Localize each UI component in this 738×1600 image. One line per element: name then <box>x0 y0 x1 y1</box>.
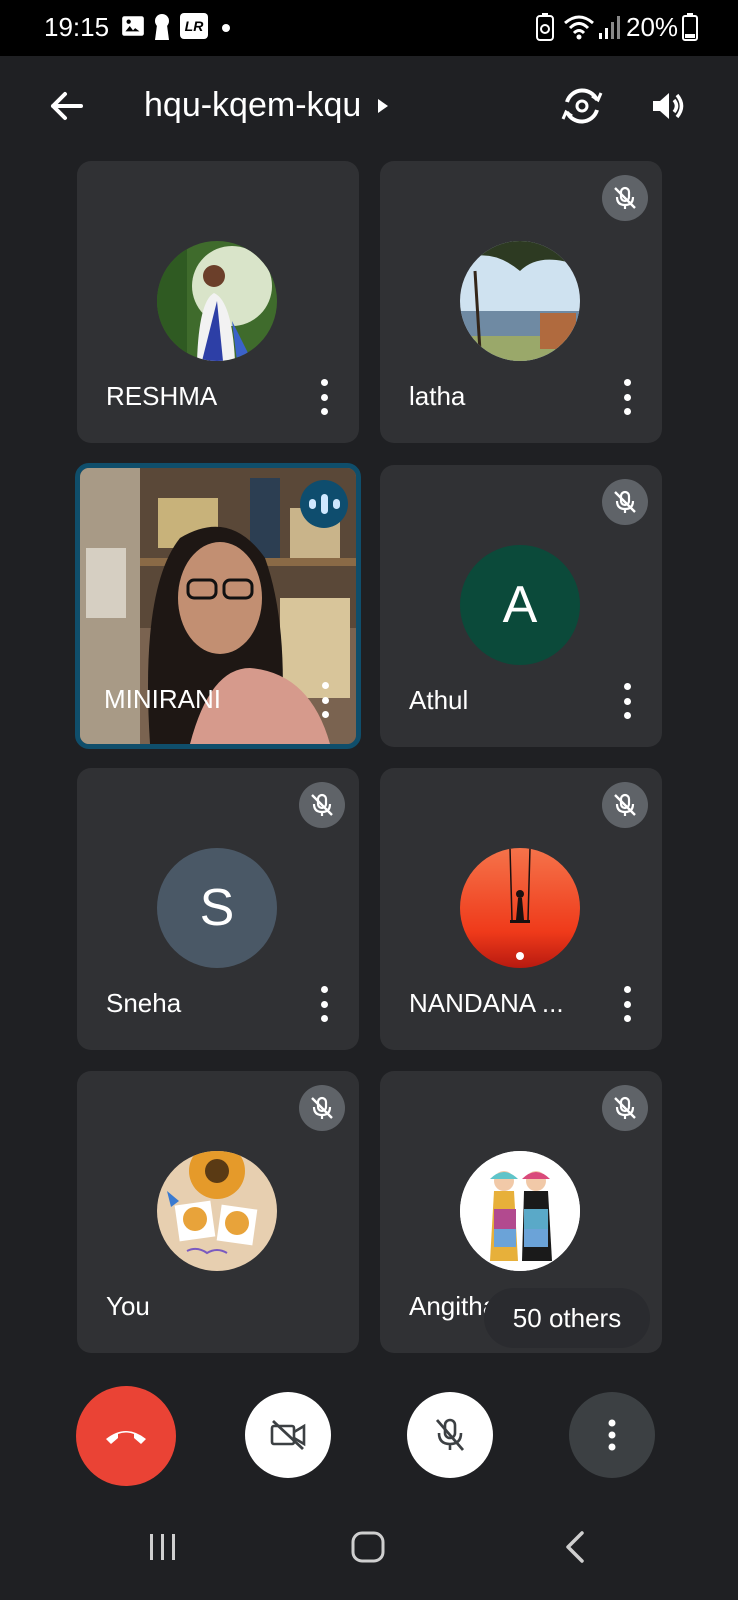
lr-app-icon: LR <box>180 13 208 39</box>
muted-badge <box>602 1085 648 1131</box>
more-options-button[interactable] <box>620 683 634 719</box>
participant-name: RESHMA <box>106 381 218 411</box>
camera-toggle-button[interactable] <box>245 1392 331 1478</box>
mic-off-icon <box>614 1096 636 1119</box>
speaking-indicator <box>300 480 348 528</box>
participant-name: Sneha <box>106 988 182 1018</box>
mic-off-icon <box>311 1096 333 1119</box>
mic-off-icon <box>614 793 636 816</box>
participant-name: MINIRANI <box>104 684 221 714</box>
avatar <box>460 241 580 361</box>
lr-app-label: LR <box>184 18 204 34</box>
avatar <box>460 848 580 968</box>
status-bar: 19:15 LR 20% <box>0 0 738 56</box>
mic-off-icon <box>435 1418 465 1451</box>
home-icon <box>351 1531 385 1563</box>
arrow-left-icon <box>51 92 83 120</box>
participant-tile[interactable]: RESHMA <box>77 161 359 443</box>
top-bar: hqu-kqem-kqu <box>0 56 738 160</box>
meeting-code: hqu-kqem-kqu <box>144 86 362 124</box>
mic-toggle-button[interactable] <box>407 1392 493 1478</box>
mic-off-icon <box>311 793 333 816</box>
participant-name: NANDANA ... <box>409 988 564 1018</box>
profile-photo <box>460 1151 580 1271</box>
signal-icon <box>599 16 620 39</box>
profile-photo <box>157 241 277 361</box>
meeting-title[interactable]: hqu-kqem-kqu <box>144 86 389 125</box>
avatar: A <box>460 545 580 665</box>
muted-badge <box>299 782 345 828</box>
recycle-battery-icon <box>536 13 554 41</box>
speaker-button[interactable] <box>642 80 694 132</box>
keyhole-icon <box>155 14 169 40</box>
phone-hangup-icon <box>106 1431 146 1444</box>
system-nav-bar <box>0 1510 738 1600</box>
participant-name: You <box>106 1291 150 1321</box>
participant-tile-active-speaker[interactable]: MINIRANI <box>75 463 361 749</box>
muted-badge <box>299 1085 345 1131</box>
video-off-icon <box>270 1419 306 1451</box>
home-button[interactable] <box>350 1530 386 1564</box>
muted-badge <box>602 782 648 828</box>
profile-photo <box>460 241 580 361</box>
profile-photo <box>157 1151 277 1271</box>
more-vert-icon <box>608 1419 616 1451</box>
avatar <box>460 1151 580 1271</box>
gallery-icon <box>122 16 144 36</box>
recent-apps-button[interactable] <box>146 1532 180 1562</box>
back-icon <box>566 1531 584 1563</box>
participant-tile[interactable]: NANDANA ... <box>380 768 662 1050</box>
participant-name: Athul <box>409 685 469 715</box>
avatar-initial: S <box>199 879 235 937</box>
battery-percent: 20% <box>626 12 679 42</box>
avatar <box>157 241 277 361</box>
speaker-icon <box>653 93 684 119</box>
wifi-icon <box>564 15 594 40</box>
dot-icon <box>222 24 230 32</box>
participant-tile-self[interactable]: You <box>77 1071 359 1353</box>
recent-apps-icon <box>150 1534 175 1560</box>
mic-off-icon <box>614 186 636 209</box>
switch-camera-icon <box>561 88 603 124</box>
more-options-button[interactable] <box>317 379 331 415</box>
end-call-button[interactable] <box>76 1386 176 1486</box>
profile-photo <box>460 848 580 968</box>
participant-tile[interactable]: S Sneha <box>77 768 359 1050</box>
participant-name: latha <box>409 381 466 411</box>
muted-badge <box>602 479 648 525</box>
avatar <box>157 1151 277 1271</box>
avatar-initial: A <box>502 576 538 634</box>
mic-off-icon <box>614 490 636 513</box>
back-button[interactable] <box>42 82 90 130</box>
back-nav-button[interactable] <box>562 1530 588 1564</box>
others-count-pill[interactable]: 50 others <box>484 1288 650 1348</box>
more-options-button[interactable] <box>620 986 634 1022</box>
status-time: 19:15 <box>44 12 110 42</box>
caret-right-icon <box>378 98 389 113</box>
more-options-button[interactable] <box>318 682 332 718</box>
participant-tile[interactable]: A Athul <box>380 465 662 747</box>
battery-icon <box>682 13 698 41</box>
avatar: S <box>157 848 277 968</box>
more-options-button[interactable] <box>569 1392 655 1478</box>
meet-call-screen: 19:15 LR 20% hqu-kqem-kqu RESHMA latha M… <box>0 0 738 1600</box>
more-options-button[interactable] <box>317 986 331 1022</box>
switch-camera-button[interactable] <box>556 80 608 132</box>
more-options-button[interactable] <box>620 379 634 415</box>
participant-tile[interactable]: latha <box>380 161 662 443</box>
muted-badge <box>602 175 648 221</box>
